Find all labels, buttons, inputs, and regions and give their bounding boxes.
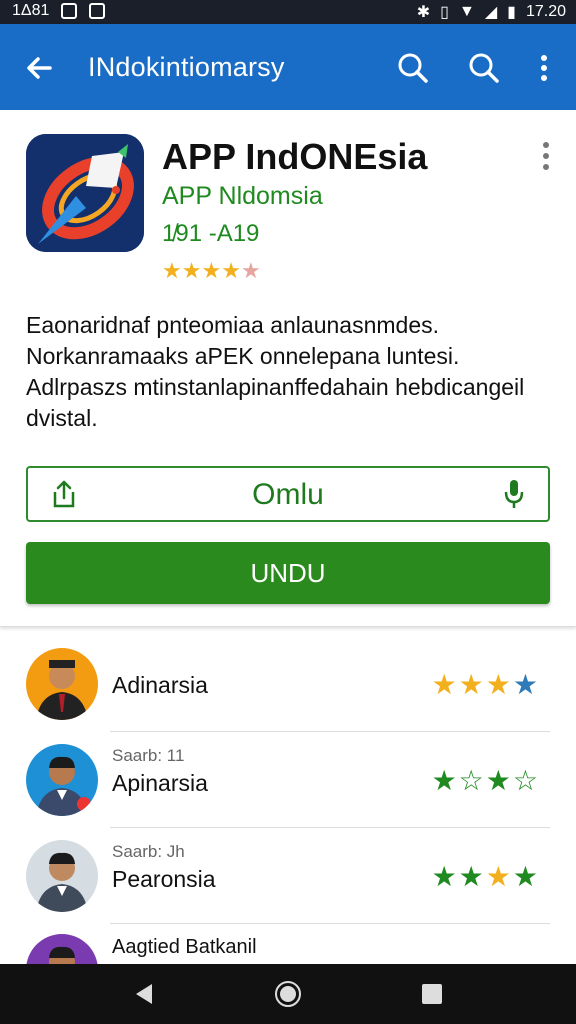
star-icon: ★ [485, 861, 513, 892]
search-icon [469, 53, 499, 83]
list-item[interactable]: Aagtied Batkanil [0, 932, 576, 964]
star-icon: ★ [162, 258, 182, 283]
reviewer-name: Aagtied Batkanil [112, 936, 257, 958]
review-rating: ★★★★ [432, 668, 540, 701]
page-title: INdokintiomarsy [88, 52, 285, 82]
open-button[interactable]: Omlu [26, 466, 550, 522]
star-icon: ★ [181, 258, 202, 283]
review-meta: Saarb: Jh [112, 842, 185, 861]
search-button[interactable] [393, 48, 433, 88]
avatar [26, 934, 98, 964]
bluetooth-icon: ✱ [416, 4, 431, 21]
nav-home-icon[interactable] [274, 980, 302, 1008]
star-icon: ★ [431, 669, 459, 700]
app-rating: ★ ★ ★ ★ ★ [162, 258, 261, 284]
install-button[interactable]: UNDU [26, 542, 550, 604]
star-icon: ★ [221, 258, 241, 283]
star-empty-icon: ★ [240, 258, 261, 283]
reviewer-name: Pearonsia [112, 866, 216, 892]
star-icon: ★ [458, 861, 486, 892]
list-item[interactable]: Saarb: 11 Apinarsia ★☆★☆ [0, 740, 576, 836]
wifi-icon: ▼ [458, 3, 475, 20]
notification-icon-2 [89, 3, 106, 19]
avatar [26, 648, 98, 720]
app-overflow-menu-button[interactable] [536, 140, 556, 172]
notification-icon [61, 3, 78, 19]
star-icon: ★ [458, 669, 486, 700]
person-avatar-icon [36, 660, 88, 720]
app-description: Eaonaridnaf pnteomiaa anlaunasnmdes. Nor… [26, 312, 525, 431]
status-left: 1Δ81 [12, 2, 106, 20]
open-button-label: Omlu [252, 478, 324, 511]
battery-icon: ▮ [507, 4, 516, 21]
divider [110, 731, 550, 732]
divider [110, 923, 550, 924]
review-rating: ★★★★ [432, 860, 540, 893]
star-icon: ★ [201, 258, 222, 283]
star-empty-icon: ☆ [458, 765, 486, 796]
star-empty-icon: ☆ [512, 765, 540, 796]
search-button-2[interactable] [464, 48, 504, 88]
app-developer-link[interactable]: APP Nldomsia [162, 182, 323, 211]
review-rating: ★☆★☆ [432, 764, 540, 797]
search-icon [398, 53, 428, 83]
star-icon: ★ [431, 861, 459, 892]
system-nav-bar [0, 964, 576, 1024]
reviewer-name: Adinarsia [112, 672, 208, 698]
more-vert-icon [541, 55, 547, 81]
back-button[interactable] [20, 48, 60, 88]
app-version: 1̸91 -A19 [162, 220, 260, 247]
star-icon: ★ [485, 765, 513, 796]
divider [110, 827, 550, 828]
status-right: ✱ ▯ ▼ ◢ ▮ 17.20 [417, 2, 566, 22]
reviewer-name: Apinarsia [112, 770, 208, 796]
list-item[interactable]: Saarb: Jh Pearonsia ★★★★ [0, 836, 576, 932]
microphone-icon[interactable] [500, 478, 528, 510]
star-icon: ★ [512, 669, 540, 700]
person-avatar-icon [36, 756, 91, 816]
nav-recents-icon[interactable] [418, 980, 446, 1008]
signal-icon: ◢ [484, 4, 498, 21]
back-arrow-icon [27, 57, 52, 79]
person-avatar-icon [36, 852, 88, 912]
app-title: APP IndONEsia [162, 136, 428, 177]
star-icon: ★ [485, 669, 513, 700]
app-logo-icon [26, 134, 144, 252]
more-vert-icon [543, 142, 549, 170]
avatar [26, 840, 98, 912]
status-left-text: 1Δ81 [12, 2, 50, 19]
star-icon: ★ [431, 765, 459, 796]
review-meta: Saarb: 11 [112, 746, 185, 765]
app-detail-card: APP IndONEsia APP Nldomsia 1̸91 -A19 ★ ★… [0, 110, 576, 627]
list-item[interactable]: Adinarsia ★★★★ [0, 644, 576, 740]
status-bar: 1Δ81 ✱ ▯ ▼ ◢ ▮ 17.20 [0, 0, 576, 24]
vibrate-icon: ▯ [440, 4, 449, 21]
avatar [26, 744, 98, 816]
app-bar: INdokintiomarsy [0, 24, 576, 110]
status-time: 17.20 [525, 3, 566, 20]
person-avatar-icon [49, 946, 75, 964]
app-icon [26, 134, 144, 252]
overflow-menu-button[interactable] [524, 48, 564, 88]
star-icon: ★ [512, 861, 540, 892]
nav-back-icon[interactable] [130, 980, 158, 1008]
